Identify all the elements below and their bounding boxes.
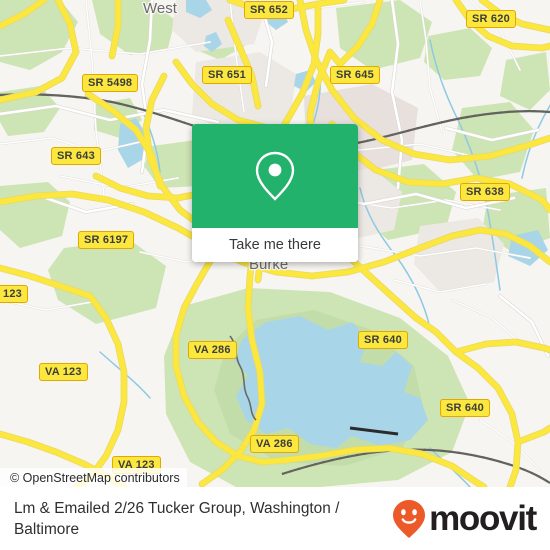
- route-shield-va-286-upper[interactable]: VA 286: [188, 341, 237, 359]
- route-shield-sr-620[interactable]: SR 620: [466, 10, 516, 28]
- route-shield-sr-652[interactable]: SR 652: [244, 1, 294, 19]
- popup-image-placeholder: [192, 124, 358, 228]
- place-title: Lm & Emailed 2/26 Tucker Group, Washingt…: [14, 499, 340, 538]
- moovit-map-screenshot: .rdmaj { fill:none; stroke:#fbe73d; stro…: [0, 0, 550, 550]
- moovit-logo[interactable]: moovit: [392, 499, 537, 539]
- route-shield-sr-5498[interactable]: SR 5498: [82, 74, 139, 92]
- footer-bar: Lm & Emailed 2/26 Tucker Group, Washingt…: [0, 487, 550, 550]
- route-shield-sr-645[interactable]: SR 645: [330, 66, 380, 84]
- route-shield-sr-640-lower[interactable]: SR 640: [440, 399, 490, 417]
- route-shield-sr-651[interactable]: SR 651: [202, 66, 252, 84]
- route-shield-va-286-lower[interactable]: VA 286: [250, 435, 299, 453]
- route-shield-sr-6197[interactable]: SR 6197: [78, 231, 135, 249]
- moovit-pin-smile-icon: [393, 499, 426, 538]
- route-shield-123-edge[interactable]: 123: [0, 285, 28, 303]
- route-shield-va-123-upper[interactable]: VA 123: [39, 363, 88, 381]
- map-attribution: © OpenStreetMap contributors: [0, 468, 187, 487]
- location-popup-card[interactable]: Take me there: [192, 124, 358, 262]
- moovit-wordmark: moovit: [429, 499, 537, 538]
- map-pin-icon: [255, 151, 295, 201]
- take-me-there-button[interactable]: Take me there: [192, 228, 358, 262]
- route-shield-sr-643[interactable]: SR 643: [51, 147, 101, 165]
- map-canvas[interactable]: .rdmaj { fill:none; stroke:#fbe73d; stro…: [0, 0, 550, 487]
- route-shield-sr-640-upper[interactable]: SR 640: [358, 331, 408, 349]
- route-shield-sr-638[interactable]: SR 638: [460, 183, 510, 201]
